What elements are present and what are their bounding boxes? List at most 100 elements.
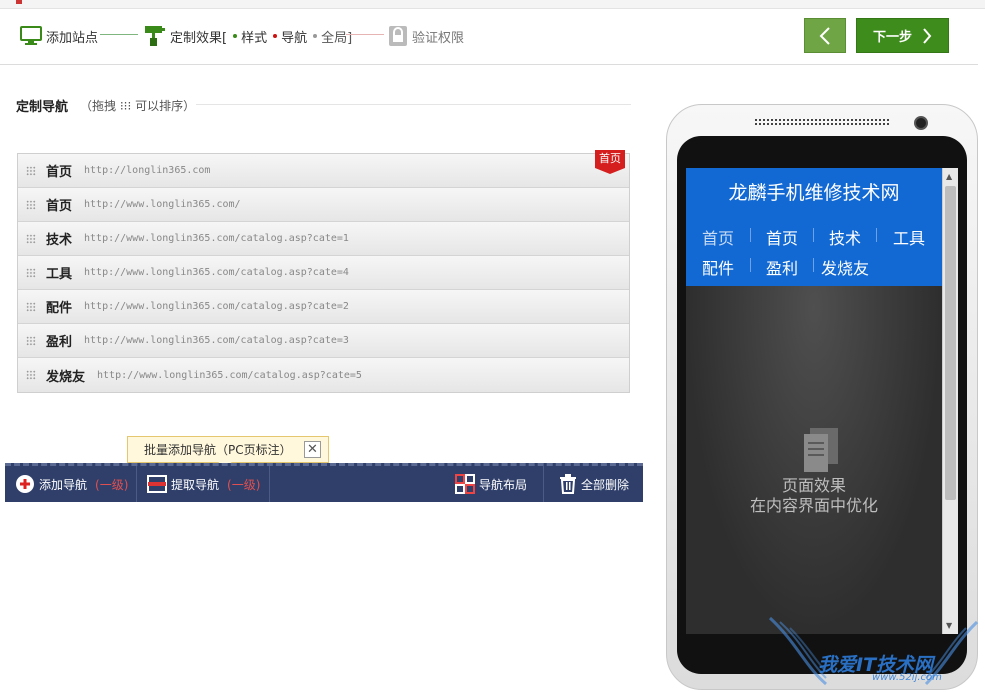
nav-url: http://www.longlin365.com/catalog.asp?ca… <box>84 233 349 244</box>
nav-row[interactable]: 首页 http://longlin365.com 首页 <box>18 150 629 188</box>
nav-name: 技术 <box>46 233 73 248</box>
nav-url: http://www.longlin365.com/catalog.asp?ca… <box>84 267 349 278</box>
phone-camera <box>914 116 928 130</box>
drag-handle-icon[interactable] <box>26 370 36 380</box>
mobile-nav-item[interactable]: 发烧友 <box>821 255 869 279</box>
nav-url: http://longlin365.com <box>84 165 211 176</box>
top-strip <box>0 0 985 9</box>
nav-url: http://www.longlin365.com/catalog.asp?ca… <box>97 369 362 381</box>
drag-handle-icon[interactable] <box>26 233 36 244</box>
step-customize[interactable]: 定制效果[ 样式 导航 全局] <box>144 25 352 47</box>
bullet-icon <box>273 34 278 38</box>
nav-name: 工具 <box>46 267 73 282</box>
step-connector <box>346 34 384 35</box>
next-button-label: 下一步 <box>872 30 912 45</box>
lock-icon <box>389 26 407 46</box>
add-nav-button[interactable]: 添加导航 (一级) <box>15 466 128 502</box>
step-verify-label: 验证权限 <box>412 30 465 46</box>
nav-name: 盈利 <box>46 335 73 350</box>
drag-handle-icon[interactable] <box>26 301 36 312</box>
delete-all-label: 全部删除 <box>581 477 630 492</box>
phone-speaker <box>754 118 890 125</box>
section-title: 定制导航 <box>16 100 69 115</box>
nav-row[interactable]: 发烧友 http://www.longlin365.com/catalog.as… <box>18 358 629 392</box>
paint-roller-icon <box>145 26 165 46</box>
scroll-up-icon[interactable]: ▲ <box>946 172 952 181</box>
mobile-nav-separator <box>813 228 814 242</box>
next-button[interactable]: 下一步 <box>856 18 949 53</box>
nav-list: 首页 http://longlin365.com 首页 首页 http://ww… <box>17 150 630 393</box>
previous-button[interactable] <box>804 18 846 53</box>
drag-handle-icon[interactable] <box>26 165 36 176</box>
phone-screen: 龙麟手机维修技术网 首页 首页 技术 工具 配件 盈利 发烧友 <box>686 168 942 634</box>
nav-url: http://www.longlin365.com/catalog.asp?ca… <box>84 335 349 346</box>
phone-scrollbar[interactable]: ▲ ▼ <box>942 168 958 634</box>
plus-circle-icon <box>16 475 34 493</box>
nav-row[interactable]: 配件 http://www.longlin365.com/catalog.asp… <box>18 290 629 324</box>
nav-name: 首页 <box>46 199 73 214</box>
grid-layout-icon <box>455 474 475 494</box>
watermark-url: www.52ij.com <box>872 672 942 683</box>
toolbar-divider <box>543 466 544 502</box>
nav-row[interactable]: 工具 http://www.longlin365.com/catalog.asp… <box>18 256 629 290</box>
scroll-thumb[interactable] <box>945 186 956 500</box>
mobile-nav-item[interactable]: 盈利 <box>766 255 798 279</box>
mobile-nav-item[interactable]: 技术 <box>829 225 861 249</box>
mobile-nav-separator <box>750 258 751 272</box>
fetch-nav-button[interactable]: 提取导航 (一级) <box>147 466 260 502</box>
section-divider <box>196 104 631 105</box>
step-global-label[interactable]: 全局] <box>321 27 352 46</box>
add-nav-level: (一级) <box>95 477 129 492</box>
nav-row[interactable]: 盈利 http://www.longlin365.com/catalog.asp… <box>18 324 629 358</box>
toolbar-divider <box>269 466 270 502</box>
nav-name: 首页 <box>46 165 73 180</box>
wizard-header: 添加站点 定制效果[ 样式 导航 全局] 验证权限 下一步 <box>0 9 978 65</box>
chevron-right-icon <box>923 27 932 44</box>
nav-name: 配件 <box>46 301 73 316</box>
nav-name: 发烧友 <box>46 369 86 385</box>
nav-layout-label: 导航布局 <box>479 477 528 492</box>
step-verify[interactable]: 验证权限 <box>388 25 464 47</box>
step-add-site-label: 添加站点 <box>46 30 99 46</box>
nav-toolbar: 添加导航 (一级) 提取导航 (一级) 导航布局 全部删除 <box>5 463 643 502</box>
nav-row[interactable]: 技术 http://www.longlin365.com/catalog.asp… <box>18 222 629 256</box>
bullet-icon <box>313 34 318 38</box>
step-add-site[interactable]: 添加站点 <box>20 25 98 47</box>
section-hint: （拖拽 ⁝⁝⁝ 可以排序） <box>80 99 196 113</box>
mobile-site-title: 龙麟手机维修技术网 <box>728 182 900 204</box>
top-strip-mark <box>16 0 22 4</box>
nav-url: http://www.longlin365.com/ <box>84 199 241 210</box>
nav-url: http://www.longlin365.com/catalog.asp?ca… <box>84 301 349 312</box>
effect-line-1: 页面效果 <box>781 476 846 495</box>
fetch-nav-label: 提取导航 <box>171 477 220 492</box>
mobile-nav-separator <box>750 228 751 242</box>
close-icon[interactable]: ✕ <box>304 441 321 458</box>
effect-line-2: 在内容界面中优化 <box>749 496 878 515</box>
bullet-icon <box>233 34 238 38</box>
mobile-header: 龙麟手机维修技术网 首页 首页 技术 工具 配件 盈利 发烧友 <box>686 168 942 286</box>
drag-handle-icon[interactable] <box>26 199 36 210</box>
mobile-nav-item[interactable]: 配件 <box>702 255 734 279</box>
mobile-nav-item[interactable]: 首页 <box>766 225 798 249</box>
effect-note: 页面效果 在内容界面中优化 <box>686 476 942 516</box>
batch-add-tooltip[interactable]: 批量添加导航（PC页标注） ✕ <box>127 436 329 471</box>
home-badge: 首页 <box>595 150 625 174</box>
mobile-nav-separator <box>813 258 814 272</box>
fetch-list-icon <box>147 475 167 493</box>
step-style-label[interactable]: 样式 <box>241 27 267 46</box>
mobile-nav-item[interactable]: 首页 <box>702 225 734 249</box>
add-nav-label: 添加导航 <box>39 477 88 492</box>
monitor-icon <box>20 26 42 45</box>
drag-handle-icon[interactable] <box>26 267 36 278</box>
nav-layout-button[interactable]: 导航布局 <box>455 466 527 502</box>
nav-row[interactable]: 首页 http://www.longlin365.com/ <box>18 188 629 222</box>
tooltip-text: 批量添加导航（PC页标注） <box>144 443 292 457</box>
document-icon <box>804 428 838 472</box>
mobile-nav-item[interactable]: 工具 <box>893 225 925 249</box>
delete-all-button[interactable]: 全部删除 <box>559 466 629 502</box>
fetch-nav-level: (一级) <box>227 477 261 492</box>
step-nav-label[interactable]: 导航 <box>281 27 307 46</box>
step-customize-label: 定制效果[ <box>170 30 228 46</box>
step-connector <box>100 34 138 35</box>
drag-handle-icon[interactable] <box>26 335 36 346</box>
